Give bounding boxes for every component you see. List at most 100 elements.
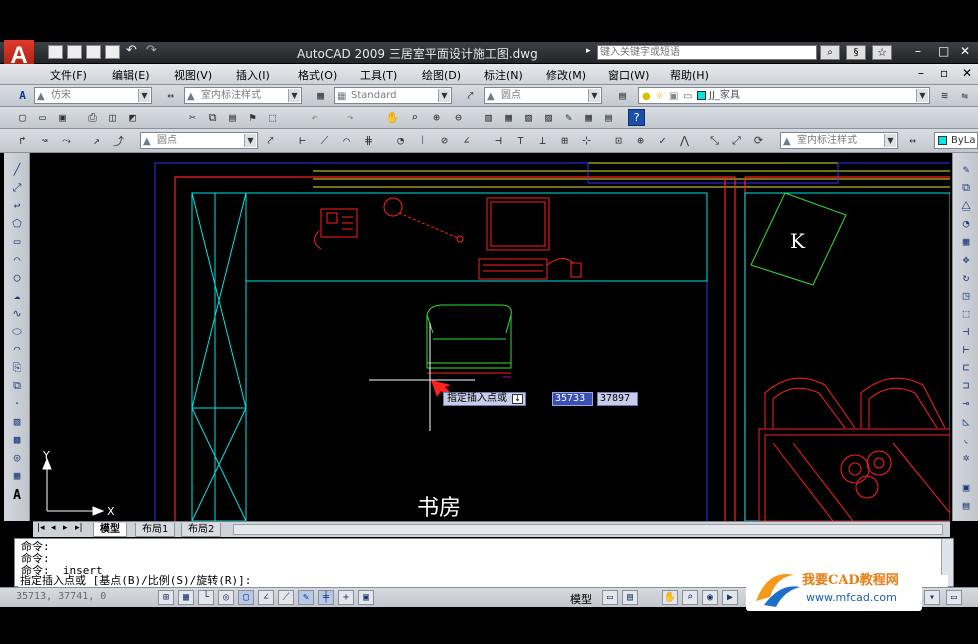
toolbar-lock-icon[interactable]: ▾ — [924, 590, 940, 605]
copy-object-icon[interactable]: ⧉ — [957, 179, 975, 196]
tab-model[interactable]: 模型 — [93, 523, 127, 537]
sheet-set-icon[interactable]: ▨ — [540, 109, 557, 126]
polyline-icon[interactable]: ↩ — [8, 197, 26, 214]
menu-dimension[interactable]: 标注(N) — [484, 67, 523, 83]
dim-style-combo-2[interactable]: ▲ 室内标注样式 ▼ — [780, 132, 898, 149]
leader-style-manager-icon[interactable]: ⤤ — [262, 132, 279, 149]
doc-close-button[interactable]: ✕ — [962, 66, 972, 80]
table-style-icon[interactable]: ▦ — [312, 87, 329, 104]
menu-window[interactable]: 窗口(W) — [608, 67, 649, 83]
baseline-dim-icon[interactable]: ⊤ — [512, 132, 529, 149]
quickcalc-icon[interactable]: ▦ — [580, 109, 597, 126]
tab-layout2[interactable]: 布局2 — [181, 523, 222, 537]
mtext-icon[interactable]: A — [8, 487, 26, 504]
favorites-star-icon[interactable]: ☆ — [872, 45, 892, 60]
scale-icon[interactable]: ◳ — [957, 287, 975, 304]
tab-scroll-first-icon[interactable]: |◂ — [37, 523, 45, 533]
hatch-edit-icon[interactable]: ⤳ — [58, 132, 75, 149]
menu-file[interactable]: 文件(F) — [50, 67, 87, 83]
rectangle-icon[interactable]: ▭ — [8, 233, 26, 250]
linear-dim-icon[interactable]: ⊢ — [294, 132, 311, 149]
grid-display-icon[interactable]: ▦ — [178, 590, 194, 605]
markup-icon[interactable]: ✎ — [560, 109, 577, 126]
tooltip-options-icon[interactable]: ↓ — [512, 394, 523, 404]
layer-manager-icon[interactable]: ▤ — [614, 87, 631, 104]
menu-insert[interactable]: 插入(I) — [236, 67, 270, 83]
app-minimize-button[interactable]: – — [915, 44, 921, 58]
plot-preview-icon[interactable]: ◫ — [104, 109, 121, 126]
quick-properties-icon[interactable]: + — [338, 590, 354, 605]
continue-dim-icon[interactable]: ⊥ — [534, 132, 551, 149]
spline-edit-icon[interactable]: ↝ — [36, 132, 53, 149]
zoom-status-icon[interactable]: ⌕ — [682, 590, 698, 605]
tab-scroll-next-icon[interactable]: ▸ — [63, 523, 68, 533]
qnew-icon[interactable]: ▢ — [14, 109, 31, 126]
trim-icon[interactable]: ⊣ — [957, 323, 975, 340]
save-file-icon[interactable]: ▣ — [54, 109, 71, 126]
aligned-dim-icon[interactable]: ⟋ — [316, 132, 333, 149]
steering-wheel-icon[interactable]: ◉ — [702, 590, 718, 605]
arc-length-dim-icon[interactable]: ⌒ — [338, 132, 355, 149]
multileader-icon[interactable]: ↗ — [88, 132, 105, 149]
coordinate-readout[interactable]: 35713, 37741, 0 — [16, 591, 106, 602]
lineweight-icon[interactable]: ╪ — [318, 590, 334, 605]
polyline-edit-icon[interactable]: ↱ — [14, 132, 31, 149]
tolerance-icon[interactable]: ⊡ — [610, 132, 627, 149]
redo-toolbar-icon[interactable]: ↷ — [342, 109, 359, 126]
polygon-icon[interactable]: ⬠ — [8, 215, 26, 232]
save-icon[interactable] — [86, 45, 101, 59]
pan-status-icon[interactable]: ✋ — [662, 590, 678, 605]
dim-style-manager-icon[interactable]: ↔ — [904, 132, 921, 149]
make-block-icon[interactable]: ⧉ — [8, 377, 26, 394]
open-icon[interactable] — [67, 45, 82, 59]
drawing-canvas[interactable]: K Y X 书房 指定插入点或 ↓ 35733 37897 — [33, 153, 950, 521]
dynamic-input-icon[interactable]: ✎ — [298, 590, 314, 605]
multileader-style-icon[interactable]: ⤤ — [462, 87, 479, 104]
insert-block-icon[interactable]: ⎘ — [8, 359, 26, 376]
tab-layout1[interactable]: 布局1 — [135, 523, 176, 537]
break-at-point-icon[interactable]: ⊏ — [957, 359, 975, 376]
revcloud-icon[interactable]: ☁ — [8, 287, 26, 304]
doc-minimize-button[interactable]: – — [918, 66, 924, 80]
join-icon[interactable]: ⊸ — [957, 395, 975, 412]
new-icon[interactable] — [48, 45, 63, 59]
ducs-icon[interactable]: ⟋ — [278, 590, 294, 605]
horizontal-scrollbar[interactable] — [233, 524, 943, 535]
snap-mode-icon[interactable]: ⊞ — [158, 590, 174, 605]
polar-tracking-icon[interactable]: ◎ — [218, 590, 234, 605]
copy-icon[interactable]: ⧉ — [204, 109, 221, 126]
coord-y-input[interactable]: 37897 — [597, 392, 638, 406]
tool-palettes-icon[interactable]: ▧ — [520, 109, 537, 126]
menu-tools[interactable]: 工具(T) — [360, 67, 397, 83]
print-icon[interactable] — [105, 45, 120, 59]
circle-icon[interactable]: ◯ — [8, 269, 26, 286]
chamfer-icon[interactable]: ◺ — [957, 413, 975, 430]
move-icon[interactable]: ✥ — [957, 251, 975, 268]
offset-icon[interactable]: ◔ — [957, 215, 975, 232]
layer-combo[interactable]: ● ☼ ▣ ▭ JJ_家具 ▼ — [638, 87, 930, 104]
cut-icon[interactable]: ✂ — [184, 109, 201, 126]
menu-format[interactable]: 格式(O) — [298, 67, 337, 83]
pan-icon[interactable]: ✋ — [384, 109, 401, 126]
block-editor-icon[interactable]: ⬚ — [264, 109, 281, 126]
multileader-style-combo[interactable]: ▲ 圆点 ▼ — [484, 87, 602, 104]
zoom-window-icon[interactable]: ⊕ — [428, 109, 445, 126]
arc-icon[interactable]: ⌒ — [8, 251, 26, 268]
fillet-icon[interactable]: ◟ — [957, 431, 975, 448]
dim-style-icon[interactable]: ↔ — [162, 87, 179, 104]
angular-dim-icon[interactable]: ∠ — [458, 132, 475, 149]
break-icon[interactable]: ⊐ — [957, 377, 975, 394]
text-style-icon[interactable]: A — [14, 87, 31, 104]
region-icon[interactable]: ◎ — [8, 449, 26, 466]
line-icon[interactable]: ╱ — [8, 161, 26, 178]
menu-edit[interactable]: 编辑(E) — [112, 67, 150, 83]
redo-icon[interactable]: ↷ — [146, 43, 157, 58]
ortho-mode-icon[interactable]: └ — [198, 590, 214, 605]
quick-dim-icon[interactable]: ⊣ — [490, 132, 507, 149]
undo-icon[interactable]: ↶ — [126, 43, 137, 58]
app-close-button[interactable]: ✕ — [960, 44, 970, 58]
communication-center-icon[interactable]: § — [846, 45, 866, 60]
point-icon[interactable]: · — [8, 395, 26, 412]
coord-x-input[interactable]: 35733 — [552, 392, 593, 406]
hatch-icon[interactable]: ▨ — [8, 413, 26, 430]
